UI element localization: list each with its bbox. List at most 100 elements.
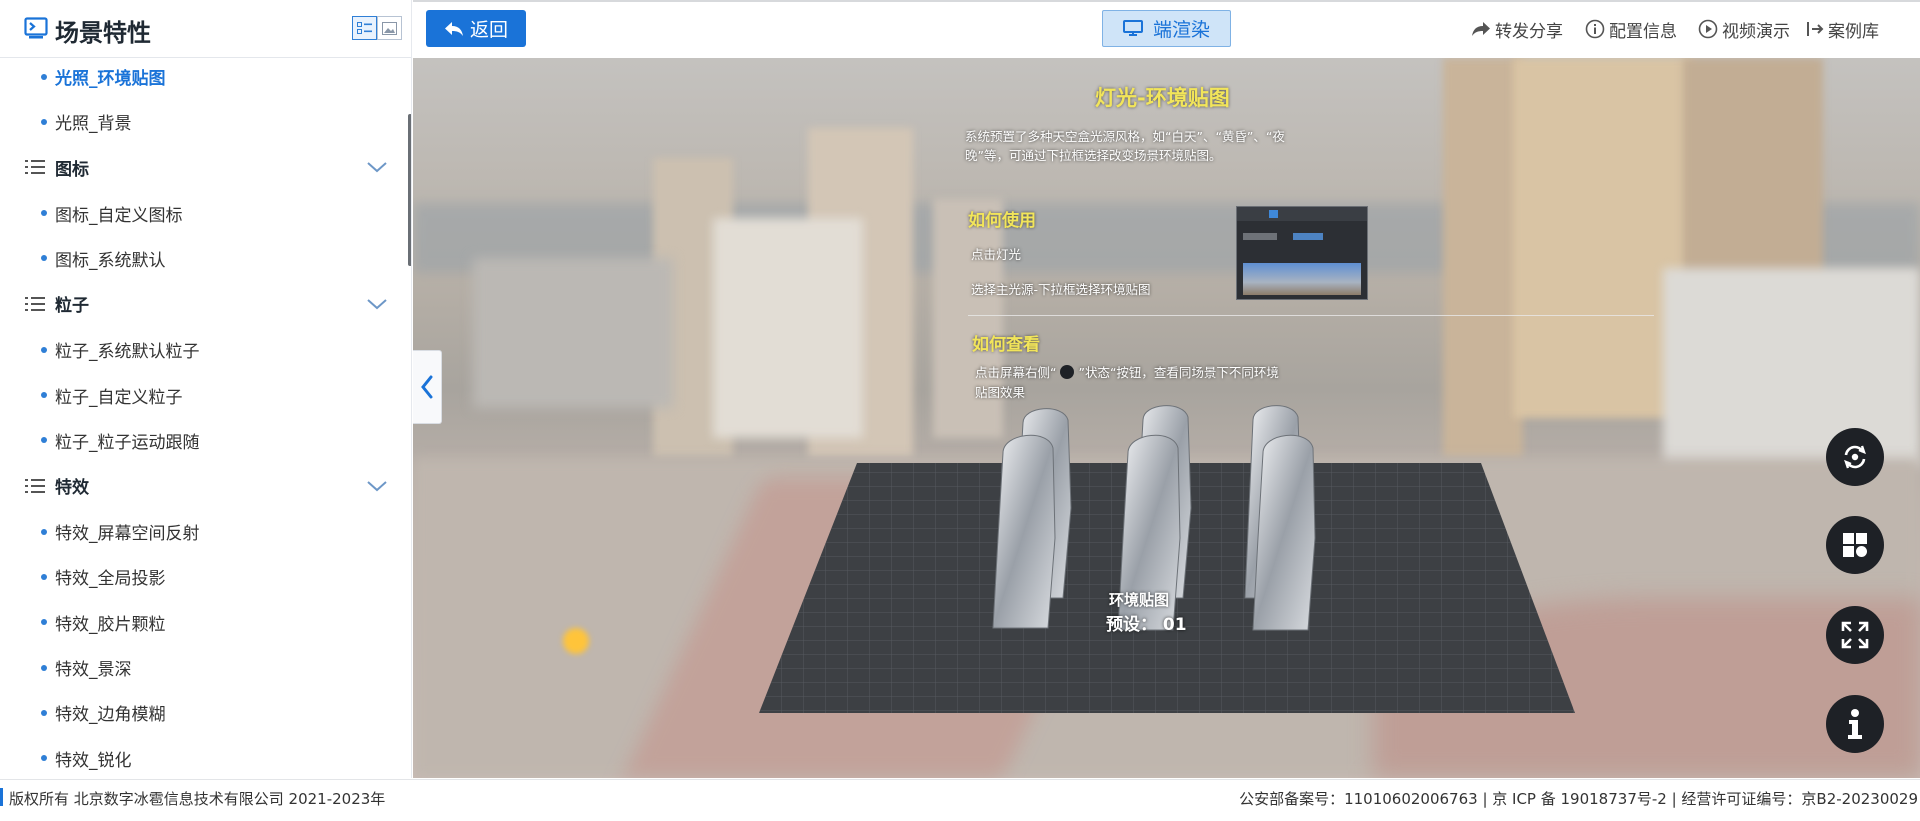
image-view-button[interactable] xyxy=(377,16,402,40)
bullet-dot xyxy=(41,528,47,535)
sidebar-title: 场景特性 xyxy=(55,19,151,47)
scene-description-line2: 晚”等，可通过下拉框选择改变场景环境贴图。 xyxy=(965,148,1222,163)
sidebar-item[interactable]: 光照_环境贴图 xyxy=(0,54,405,99)
chevron-down-icon xyxy=(367,298,387,310)
terminal-icon xyxy=(24,17,48,39)
bullet-dot xyxy=(41,392,47,398)
view-line-1: 点击屏幕右侧“ ”状态“按钮，查看同场景下不同环境 xyxy=(975,362,1279,381)
back-arrow-icon xyxy=(444,21,463,36)
sidebar-item-label: 粒子_粒子运动跟随 xyxy=(55,432,200,453)
sidebar-item[interactable]: 粒子_粒子运动跟随 xyxy=(0,418,405,463)
sidebar-item[interactable]: 粒子_系统默认粒子 xyxy=(0,327,405,372)
view-line-1a: 点击屏幕右侧“ xyxy=(975,365,1057,380)
cases-link[interactable]: 案例库 xyxy=(1806,17,1879,42)
bullet-dot xyxy=(41,664,47,671)
lamp-glow xyxy=(563,628,589,654)
list-icon xyxy=(25,160,45,175)
sidebar-scrollbar[interactable] xyxy=(408,114,411,266)
bullet-dot xyxy=(41,346,47,353)
sidebar-item[interactable]: 特效_胶片颗粒 xyxy=(0,600,405,645)
exit-icon xyxy=(1807,22,1824,36)
sidebar-item[interactable]: 特效_景深 xyxy=(0,645,405,690)
nav-group-label: 特效 xyxy=(55,478,89,499)
statue-group xyxy=(992,405,1316,631)
chevron-down-icon xyxy=(367,480,387,491)
sidebar-item-label: 特效_全局投影 xyxy=(55,569,166,590)
topbar: 返回 端渲染 转发分享 配置信息 视频演示 案例库 xyxy=(413,0,1920,58)
bullet-dot xyxy=(41,573,47,580)
back-label: 返回 xyxy=(469,19,508,41)
list-view-icon xyxy=(357,21,372,34)
monitor-icon xyxy=(1122,20,1143,36)
video-link[interactable]: 视频演示 xyxy=(1698,17,1790,42)
bullet-dot xyxy=(41,210,47,217)
sidebar-item-label: 特效_景深 xyxy=(55,660,132,680)
collapse-sidebar-button[interactable] xyxy=(413,350,442,424)
image-view-icon xyxy=(382,21,397,35)
sidebar-item[interactable]: 特效_边角模糊 xyxy=(0,690,405,735)
preset-label: 预设： 01 xyxy=(1106,615,1187,635)
scene-title: 灯光-环境贴图 xyxy=(1095,86,1230,110)
info-circle-icon xyxy=(1585,19,1605,39)
sidebar-item[interactable]: 图标_自定义图标 xyxy=(0,191,405,236)
info-icon xyxy=(1848,709,1862,739)
chevron-left-icon xyxy=(421,375,433,399)
sidebar-item[interactable]: 图标_系统默认 xyxy=(0,236,405,281)
grid-status-icon xyxy=(1843,533,1867,557)
sidebar-item-label: 特效_锐化 xyxy=(55,750,132,771)
config-link[interactable]: 配置信息 xyxy=(1585,17,1677,42)
overlay-divider xyxy=(968,315,1654,316)
render-mode-button[interactable]: 端渲染 xyxy=(1102,10,1231,47)
sidebar-item[interactable]: 特效_锐化 xyxy=(0,736,405,778)
status-button[interactable] xyxy=(1826,516,1884,574)
cases-label: 案例库 xyxy=(1828,21,1879,42)
building xyxy=(1443,58,1523,458)
sidebar: 场景特性 光照_环境贴图 光照_背景图标图标_自定义图标 图标_系统默认粒子粒子_系… xyxy=(0,0,412,778)
sidebar-item[interactable]: 特效_全局投影 xyxy=(0,554,405,599)
scene-viewport[interactable]: 环境贴图 预设： 01 灯光-环境贴图 系统预置了多种天空盒光源风格，如“白天”… xyxy=(413,58,1920,778)
back-button[interactable]: 返回 xyxy=(426,10,526,47)
scene-description-line1: 系统预置了多种天空盒光源风格，如“白天”、“黄昏”、“夜 xyxy=(965,129,1285,144)
view-toggle xyxy=(352,16,402,40)
sidebar-item-label: 特效_边角模糊 xyxy=(55,705,166,726)
rotate-icon xyxy=(1844,445,1866,469)
list-icon xyxy=(25,296,45,311)
building xyxy=(473,258,673,408)
nav-group[interactable]: 图标 xyxy=(0,145,405,190)
panel-preview-image xyxy=(1236,206,1368,300)
use-step-2: 选择主光源-下拉框选择环境贴图 xyxy=(971,282,1151,297)
sidebar-item[interactable]: 粒子_自定义粒子 xyxy=(0,373,405,418)
config-label: 配置信息 xyxy=(1609,21,1677,42)
fullscreen-button[interactable] xyxy=(1826,606,1884,664)
nav-group[interactable]: 粒子 xyxy=(0,281,405,326)
share-link[interactable]: 转发分享 xyxy=(1471,17,1563,42)
beian-text: 公安部备案号：11010602006763 | 京 ICP 备 19018737… xyxy=(1239,790,1918,808)
bullet-dot xyxy=(41,619,47,626)
use-step-1: 点击灯光 xyxy=(971,247,1022,262)
sidebar-item-label: 粒子_系统默认粒子 xyxy=(55,342,200,363)
sidebar-item-label: 光照_环境贴图 xyxy=(55,69,166,89)
chevron-down-icon xyxy=(367,162,387,173)
sidebar-item-label: 图标_自定义图标 xyxy=(55,205,183,226)
info-button[interactable] xyxy=(1826,695,1884,753)
sidebar-item-label: 粒子_自定义粒子 xyxy=(55,387,183,408)
sidebar-item[interactable]: 光照_背景 xyxy=(0,99,405,144)
rotate-view-button[interactable] xyxy=(1826,428,1884,486)
sidebar-item[interactable]: 特效_屏幕空间反射 xyxy=(0,509,405,554)
render-mode-label: 端渲染 xyxy=(1152,19,1210,41)
bullet-dot xyxy=(41,437,47,444)
share-icon xyxy=(1472,22,1490,36)
view-line-1b: ”状态“按钮，查看同场景下不同环境 xyxy=(1078,365,1279,380)
how-to-view-heading: 如何查看 xyxy=(972,335,1040,355)
fullscreen-icon xyxy=(1841,621,1869,649)
footer-accent-bar xyxy=(0,788,3,806)
list-view-button[interactable] xyxy=(352,16,377,40)
bullet-dot xyxy=(41,118,47,125)
bullet-dot xyxy=(41,709,47,716)
nav-group[interactable]: 特效 xyxy=(0,463,405,508)
share-label: 转发分享 xyxy=(1495,21,1563,42)
sidebar-item-label: 图标_系统默认 xyxy=(55,250,166,271)
play-circle-icon xyxy=(1698,19,1718,39)
floor-label: 环境贴图 xyxy=(1109,591,1170,609)
sidebar-item-label: 光照_背景 xyxy=(55,114,132,135)
